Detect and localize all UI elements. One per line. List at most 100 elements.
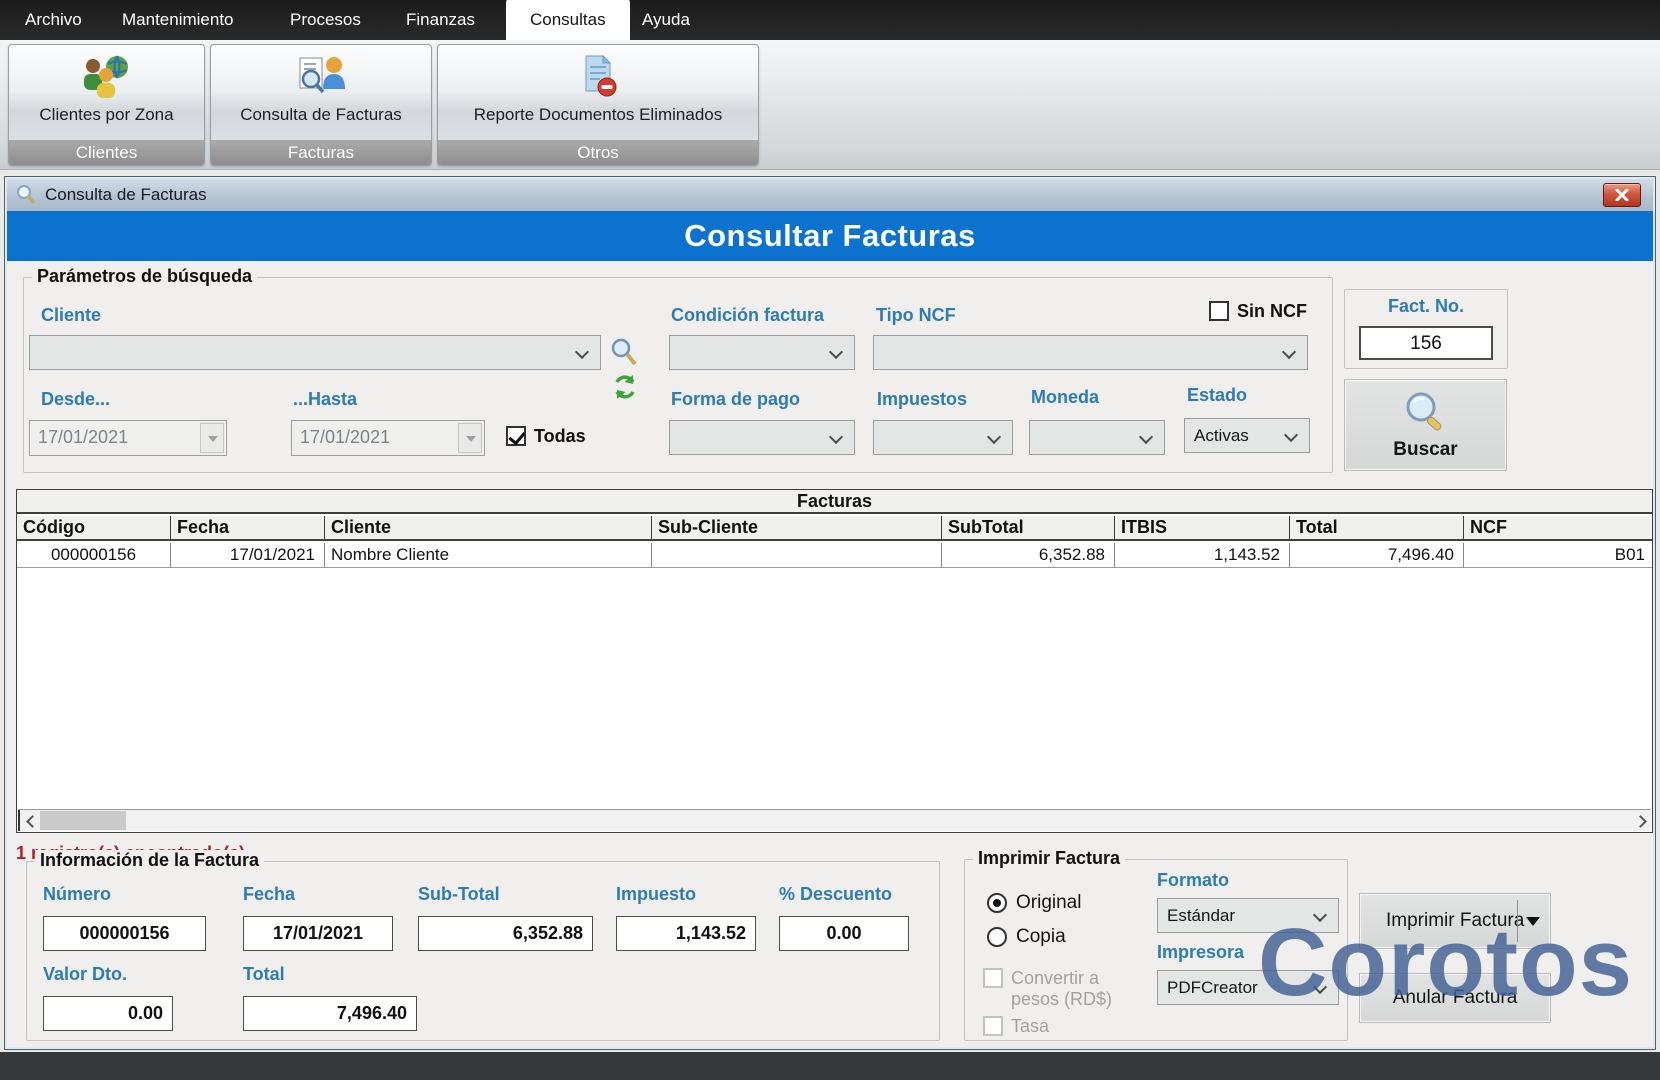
subtotal-value[interactable]: 6,352.88 <box>418 916 593 951</box>
copia-radio-label: Copia <box>1016 926 1066 948</box>
cell-sub-cliente <box>652 543 942 568</box>
impuesto-value[interactable]: 1,143.52 <box>616 916 756 951</box>
table-row[interactable]: 000000156 17/01/2021 Nombre Cliente 6,35… <box>17 543 1652 568</box>
moneda-combo[interactable] <box>1029 420 1165 455</box>
search-params-title: Parámetros de búsqueda <box>32 266 257 287</box>
tasa-checkbox-box <box>983 1016 1003 1036</box>
menu-mantenimiento[interactable]: Mantenimiento <box>122 0 234 40</box>
invoice-info-title: Información de la Factura <box>35 850 264 871</box>
cell-itbis: 1,143.52 <box>1115 543 1290 568</box>
menu-ayuda[interactable]: Ayuda <box>642 0 690 40</box>
tipo-ncf-label: Tipo NCF <box>876 305 956 326</box>
estado-combo-value: Activas <box>1194 419 1249 452</box>
estado-combo[interactable]: Activas <box>1184 418 1310 453</box>
ribbon: Clientes por Zona Clientes Consulta de F… <box>0 40 1660 170</box>
todas-checkbox-box <box>506 426 526 446</box>
numero-value[interactable]: 000000156 <box>43 916 206 951</box>
ribbon-group-facturas: Consulta de Facturas Facturas <box>210 44 432 166</box>
descuento-label: % Descuento <box>779 884 892 905</box>
col-sub-cliente[interactable]: Sub-Cliente <box>652 516 942 539</box>
scroll-left-icon[interactable] <box>18 810 38 831</box>
facturas-table-header: Código Fecha Cliente Sub-Cliente SubTota… <box>17 516 1652 541</box>
original-radio-circle <box>987 893 1007 913</box>
menu-archivo[interactable]: Archivo <box>25 0 82 40</box>
print-group-title: Imprimir Factura <box>973 848 1125 869</box>
consulta-facturas-button[interactable]: Consulta de Facturas <box>211 45 431 139</box>
convertir-pesos-checkbox[interactable]: Convertir a pesos (RD$) <box>983 968 1112 1010</box>
col-ncf[interactable]: NCF <box>1464 516 1653 539</box>
horizontal-scrollbar[interactable] <box>18 809 1651 831</box>
menu-finanzas[interactable]: Finanzas <box>406 0 475 40</box>
ribbon-group-caption: Clientes <box>9 140 204 165</box>
clientes-por-zona-button[interactable]: Clientes por Zona <box>9 45 204 139</box>
convertir-label-line1: Convertir a <box>1011 968 1099 988</box>
cell-ncf: B01 <box>1464 543 1653 568</box>
desde-label: Desde... <box>41 389 110 410</box>
buscar-button[interactable]: Buscar <box>1344 379 1507 471</box>
window-titlebar[interactable]: Consulta de Facturas <box>7 179 1653 211</box>
col-fecha[interactable]: Fecha <box>171 516 325 539</box>
scroll-right-icon[interactable] <box>1631 810 1651 831</box>
original-radio[interactable]: Original <box>987 892 1081 914</box>
desde-dropdown-arrow-icon <box>200 423 224 453</box>
anular-factura-button[interactable]: Anular Factura <box>1359 973 1551 1023</box>
desde-datepicker[interactable]: 17/01/2021 <box>29 420 227 456</box>
tipo-ncf-combo[interactable] <box>873 335 1308 370</box>
menu-consultas[interactable]: Consultas <box>506 0 630 40</box>
ribbon-button-label: Clientes por Zona <box>9 105 204 125</box>
col-codigo[interactable]: Código <box>17 516 171 539</box>
copia-radio[interactable]: Copia <box>987 926 1066 948</box>
condicion-factura-combo[interactable] <box>669 335 855 370</box>
forma-pago-combo[interactable] <box>669 420 855 455</box>
formato-label: Formato <box>1157 870 1229 891</box>
menu-procesos[interactable]: Procesos <box>290 0 361 40</box>
fecha-value[interactable]: 17/01/2021 <box>243 916 393 951</box>
desde-value: 17/01/2021 <box>38 421 128 454</box>
impuestos-label: Impuestos <box>877 389 967 410</box>
valor-dto-value[interactable]: 0.00 <box>43 996 173 1031</box>
invoice-info-groupbox: Información de la Factura Número Fecha S… <box>26 861 940 1041</box>
formato-combo[interactable]: Estándar <box>1157 898 1339 933</box>
cell-cliente: Nombre Cliente <box>325 543 652 568</box>
valor-dto-label: Valor Dto. <box>43 964 127 985</box>
impuestos-combo[interactable] <box>873 420 1013 455</box>
formato-combo-value: Estándar <box>1167 899 1235 932</box>
impresora-label: Impresora <box>1157 942 1244 963</box>
cell-fecha: 17/01/2021 <box>171 543 325 568</box>
print-dropdown-arrow-icon[interactable] <box>1526 917 1540 926</box>
close-button[interactable] <box>1603 183 1641 207</box>
cliente-label: Cliente <box>41 305 101 326</box>
refresh-icon[interactable] <box>611 373 639 401</box>
descuento-value[interactable]: 0.00 <box>779 916 909 951</box>
col-total[interactable]: Total <box>1290 516 1464 539</box>
hasta-dropdown-arrow-icon <box>458 423 482 453</box>
col-cliente[interactable]: Cliente <box>325 516 652 539</box>
total-value[interactable]: 7,496.40 <box>243 996 417 1031</box>
tasa-checkbox[interactable]: Tasa <box>983 1016 1049 1037</box>
page-header-band: Consultar Facturas <box>7 211 1653 261</box>
col-subtotal[interactable]: SubTotal <box>942 516 1115 539</box>
fact-no-input[interactable]: 156 <box>1359 326 1493 360</box>
moneda-label: Moneda <box>1031 387 1099 408</box>
imprimir-factura-button[interactable]: Imprimir Factura <box>1359 893 1551 949</box>
reporte-documentos-eliminados-button[interactable]: Reporte Documentos Eliminados <box>438 45 758 139</box>
hasta-datepicker[interactable]: 17/01/2021 <box>291 420 485 456</box>
col-itbis[interactable]: ITBIS <box>1115 516 1290 539</box>
hasta-value: 17/01/2021 <box>300 421 390 454</box>
search-client-icon[interactable] <box>609 337 639 368</box>
buscar-magnifier-icon <box>1402 390 1450 436</box>
copia-radio-circle <box>987 927 1007 947</box>
scrollbar-thumb[interactable] <box>40 811 126 830</box>
print-groupbox: Imprimir Factura Original Copia Converti… <box>964 859 1348 1041</box>
clients-by-zone-icon <box>79 53 135 103</box>
estado-label: Estado <box>1187 385 1247 406</box>
cell-subtotal: 6,352.88 <box>942 543 1115 568</box>
close-icon <box>1615 189 1629 201</box>
todas-checkbox[interactable]: Todas <box>506 426 586 447</box>
cliente-combo[interactable] <box>29 335 601 370</box>
bottom-strip <box>0 1052 1660 1080</box>
cell-codigo: 000000156 <box>17 543 171 568</box>
sin-ncf-checkbox[interactable]: Sin NCF <box>1209 301 1307 322</box>
impresora-combo[interactable]: PDFCreator <box>1157 970 1339 1005</box>
split-separator <box>1517 900 1518 942</box>
